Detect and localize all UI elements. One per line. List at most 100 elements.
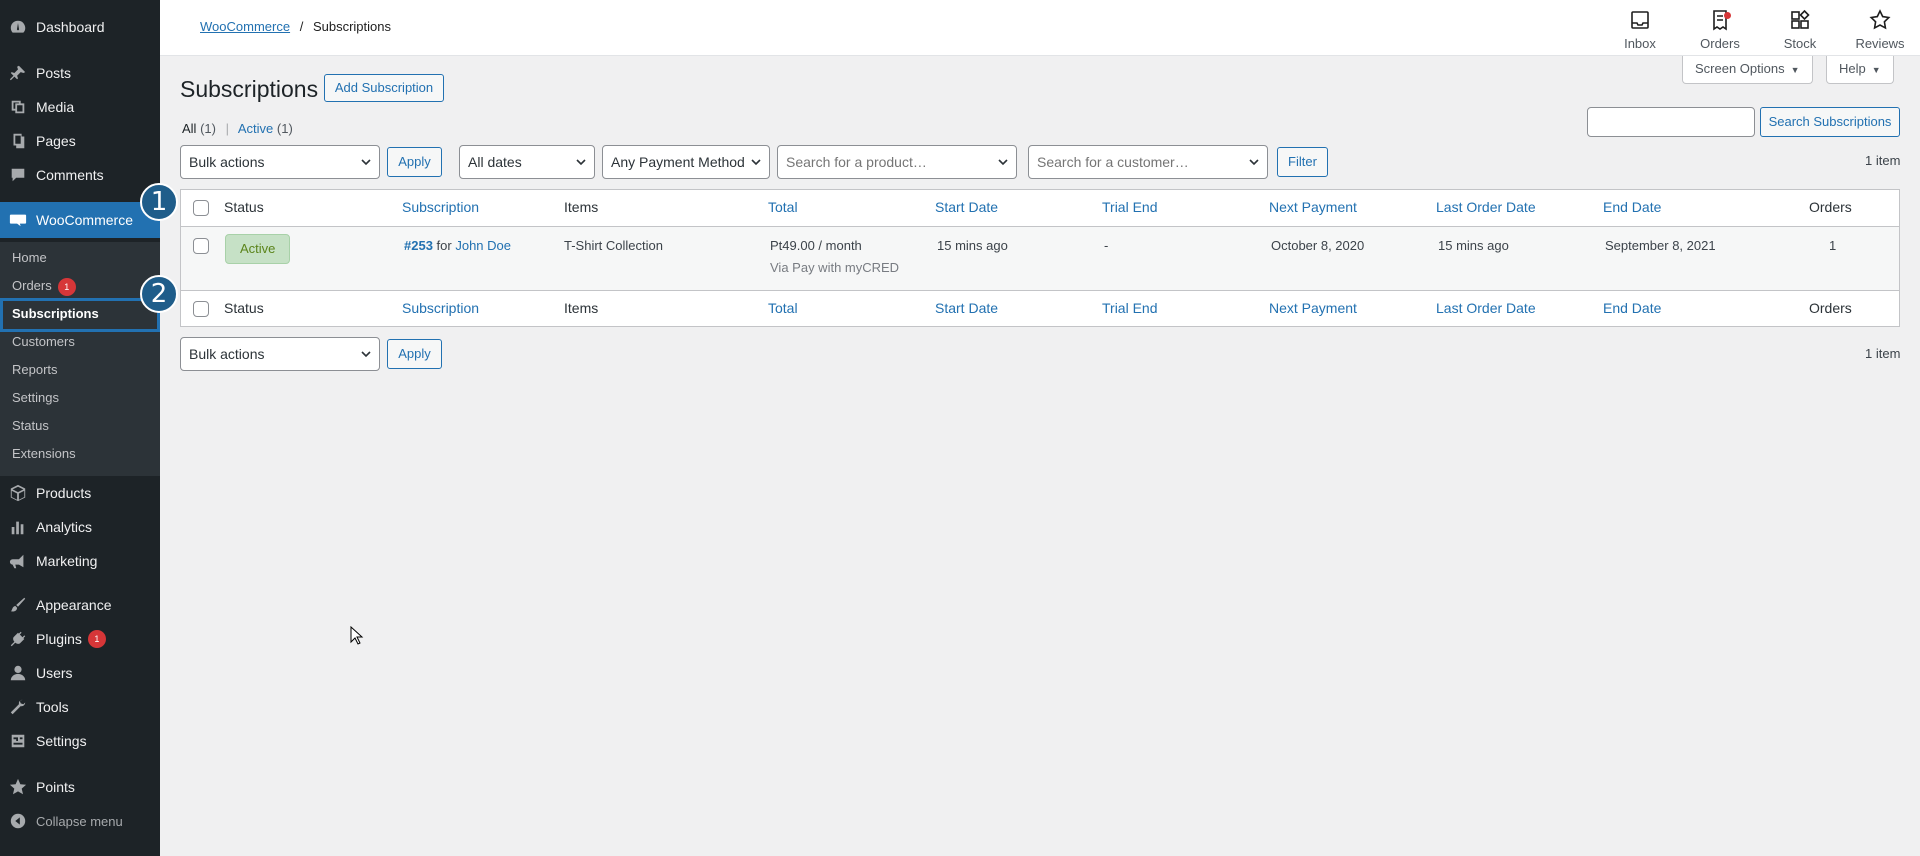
select-all-checkbox[interactable] — [193, 200, 209, 216]
payment-method-select[interactable]: Any Payment Method — [602, 145, 770, 179]
chevron-down-icon — [361, 157, 371, 167]
column-last-order-date[interactable]: Last Order Date — [1436, 300, 1536, 316]
screen-options-button[interactable]: Screen Options ▼ — [1682, 56, 1813, 84]
menu-label: Products — [36, 485, 92, 501]
menu-analytics[interactable]: Analytics — [0, 510, 160, 544]
dates-select[interactable]: All dates — [459, 145, 595, 179]
submenu-reports[interactable]: Reports — [12, 360, 58, 380]
subscriptions-highlight — [0, 298, 160, 332]
menu-marketing[interactable]: Marketing — [0, 544, 160, 578]
column-status: Status — [224, 300, 264, 316]
menu-pages[interactable]: Pages — [0, 124, 160, 158]
caret-down-icon: ▼ — [1790, 65, 1800, 75]
menu-comments[interactable]: Comments — [0, 158, 160, 192]
view-active-link[interactable]: Active — [238, 121, 273, 136]
submenu-home[interactable]: Home — [12, 248, 47, 268]
reviews-label: Reviews — [1855, 36, 1905, 51]
column-last-order-date[interactable]: Last Order Date — [1436, 199, 1536, 215]
plugins-update-badge: 1 — [87, 630, 106, 648]
menu-points[interactable]: Points — [0, 770, 160, 804]
filter-button[interactable]: Filter — [1277, 147, 1328, 177]
menu-tools[interactable]: Tools — [0, 690, 160, 724]
chevron-down-icon — [361, 349, 371, 359]
column-trial-end[interactable]: Trial End — [1102, 300, 1158, 316]
column-total[interactable]: Total — [768, 199, 798, 215]
orders-count-badge: 1 — [57, 277, 76, 296]
item-count-bottom: 1 item — [1865, 346, 1901, 361]
help-button[interactable]: Help ▼ — [1826, 56, 1894, 84]
dates-value: All dates — [468, 154, 522, 170]
column-end-date[interactable]: End Date — [1603, 300, 1661, 316]
menu-media[interactable]: Media — [0, 90, 160, 124]
menu-posts[interactable]: Posts — [0, 56, 160, 90]
menu-settings[interactable]: Settings — [0, 724, 160, 758]
submenu-orders[interactable]: Orders 1 — [12, 276, 76, 296]
collapse-menu-button[interactable]: Collapse menu — [0, 804, 160, 838]
main-content: Screen Options ▼ Help ▼ Subscriptions Add … — [160, 56, 1920, 856]
customer-link[interactable]: John Doe — [455, 238, 511, 253]
column-subscription[interactable]: Subscription — [402, 199, 479, 215]
submenu-status[interactable]: Status — [12, 416, 49, 436]
column-start-date[interactable]: Start Date — [935, 199, 998, 215]
menu-woocommerce[interactable]: WooCommerce — [0, 202, 160, 238]
customer-search-select[interactable]: Search for a customer… — [1028, 145, 1268, 179]
reviews-button[interactable]: Reviews — [1845, 6, 1915, 51]
user-icon — [8, 663, 28, 683]
apply-button[interactable]: Apply — [387, 147, 442, 177]
search-subscriptions-input[interactable] — [1587, 107, 1755, 137]
view-all-link[interactable]: All — [182, 121, 196, 136]
menu-dashboard[interactable]: Dashboard — [0, 10, 160, 44]
add-subscription-button[interactable]: Add Subscription — [324, 74, 444, 102]
woo-icon — [8, 210, 28, 230]
subscriptions-table: Status Subscription Items Total Start Da… — [180, 189, 1900, 327]
submenu-extensions[interactable]: Extensions — [12, 444, 76, 464]
media-icon — [8, 97, 28, 117]
box-icon — [8, 483, 28, 503]
column-next-payment[interactable]: Next Payment — [1269, 199, 1357, 215]
bulk-actions-select-bottom[interactable]: Bulk actions — [180, 337, 380, 371]
submenu-settings[interactable]: Settings — [12, 388, 59, 408]
column-next-payment[interactable]: Next Payment — [1269, 300, 1357, 316]
orders-button[interactable]: Orders — [1685, 6, 1755, 51]
pages-icon — [8, 131, 28, 151]
end-date-cell: September 8, 2021 — [1605, 238, 1716, 253]
subscription-link[interactable]: #253 — [404, 238, 433, 253]
stock-button[interactable]: Stock — [1765, 6, 1835, 51]
search-subscriptions-button[interactable]: Search Subscriptions — [1760, 107, 1900, 137]
submenu-customers[interactable]: Customers — [12, 332, 75, 352]
apply-button-bottom[interactable]: Apply — [387, 339, 442, 369]
breadcrumb-woocommerce-link[interactable]: WooCommerce — [200, 19, 290, 34]
bar-chart-icon — [8, 517, 28, 537]
row-checkbox[interactable] — [193, 238, 209, 254]
payment-method-value: Any Payment Method — [611, 154, 745, 170]
inbox-icon — [1605, 8, 1675, 32]
stock-icon — [1765, 8, 1835, 32]
items-link[interactable]: T-Shirt Collection — [564, 238, 663, 253]
column-trial-end[interactable]: Trial End — [1102, 199, 1158, 215]
column-subscription[interactable]: Subscription — [402, 300, 479, 316]
collapse-label: Collapse menu — [36, 813, 123, 829]
bulk-actions-select[interactable]: Bulk actions — [180, 145, 380, 179]
trial-end-cell: - — [1104, 238, 1109, 253]
status-badge: Active — [225, 234, 291, 264]
orders-count-link[interactable]: 1 — [1829, 238, 1836, 253]
menu-label: Posts — [36, 65, 72, 81]
star-icon — [8, 777, 28, 797]
menu-appearance[interactable]: Appearance — [0, 588, 160, 622]
menu-users[interactable]: Users — [0, 656, 160, 690]
product-search-select[interactable]: Search for a product… — [777, 145, 1017, 179]
column-start-date[interactable]: Start Date — [935, 300, 998, 316]
inbox-button[interactable]: Inbox — [1605, 6, 1675, 51]
payment-via: Via Pay with myCRED — [770, 260, 900, 275]
menu-label: Dashboard — [36, 19, 105, 35]
subscription-for: for — [436, 238, 452, 253]
menu-plugins[interactable]: Plugins 1 — [0, 622, 160, 656]
menu-products[interactable]: Products — [0, 476, 160, 510]
column-end-date[interactable]: End Date — [1603, 199, 1661, 215]
column-total[interactable]: Total — [768, 300, 798, 316]
column-orders: Orders — [1809, 199, 1852, 215]
column-orders: Orders — [1809, 300, 1852, 316]
table-row: Active #253 for John Doe T-Shirt Collect… — [181, 227, 1899, 290]
wrench-icon — [8, 697, 28, 717]
select-all-checkbox-footer[interactable] — [193, 301, 209, 317]
